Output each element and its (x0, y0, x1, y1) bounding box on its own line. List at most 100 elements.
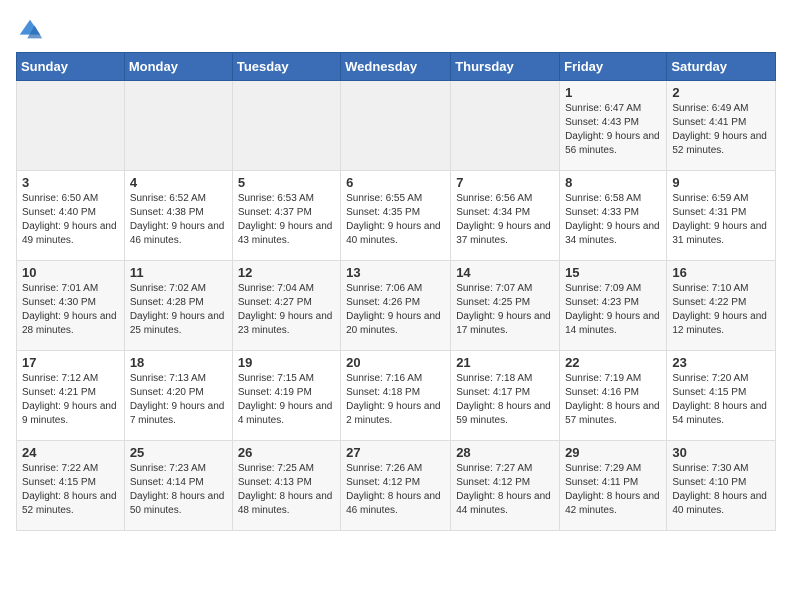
day-number: 3 (22, 175, 119, 190)
calendar-cell: 28 Sunrise: 7:27 AM Sunset: 4:12 PM Dayli… (451, 441, 560, 531)
calendar-cell: 23 Sunrise: 7:20 AM Sunset: 4:15 PM Dayli… (667, 351, 776, 441)
day-number: 25 (130, 445, 227, 460)
day-number: 17 (22, 355, 119, 370)
calendar-cell: 21 Sunrise: 7:18 AM Sunset: 4:17 PM Dayli… (451, 351, 560, 441)
calendar-cell: 27 Sunrise: 7:26 AM Sunset: 4:12 PM Dayli… (341, 441, 451, 531)
calendar-cell (451, 81, 560, 171)
day-info: Sunrise: 7:15 AM Sunset: 4:19 PM Dayligh… (238, 372, 335, 428)
calendar-cell: 12Sunrise: 7:04 AM Sunset: 4:27 PM Dayli… (232, 261, 340, 351)
calendar-cell: 8Sunrise: 6:58 AM Sunset: 4:33 PM Daylig… (560, 171, 667, 261)
day-info: Sunrise: 7:18 AM Sunset: 4:17 PM Dayligh… (456, 372, 554, 428)
day-number: 13 (346, 265, 445, 280)
day-number: 11 (130, 265, 227, 280)
calendar-cell: 1 Sunrise: 6:47 AM Sunset: 4:43 PM Daylig… (560, 81, 667, 171)
calendar-cell: 24 Sunrise: 7:22 AM Sunset: 4:15 PM Dayli… (17, 441, 125, 531)
day-info: Sunrise: 7:04 AM Sunset: 4:27 PM Dayligh… (238, 282, 335, 338)
calendar-cell: 22 Sunrise: 7:19 AM Sunset: 4:16 PM Dayli… (560, 351, 667, 441)
weekday-header-thursday: Thursday (451, 53, 560, 81)
day-info: Sunrise: 6:47 AM Sunset: 4:43 PM Dayligh… (565, 102, 661, 158)
calendar-cell: 13 Sunrise: 7:06 AM Sunset: 4:26 PM Dayli… (341, 261, 451, 351)
day-number: 16 (672, 265, 770, 280)
calendar-cell: 3 Sunrise: 6:50 AM Sunset: 4:40 PM Daylig… (17, 171, 125, 261)
calendar-week-5: 24 Sunrise: 7:22 AM Sunset: 4:15 PM Dayli… (17, 441, 776, 531)
calendar-cell (17, 81, 125, 171)
calendar-cell: 14Sunrise: 7:07 AM Sunset: 4:25 PM Dayli… (451, 261, 560, 351)
calendar-cell: 30 Sunrise: 7:30 AM Sunset: 4:10 PM Dayli… (667, 441, 776, 531)
day-number: 23 (672, 355, 770, 370)
calendar-week-3: 10 Sunrise: 7:01 AM Sunset: 4:30 PM Dayli… (17, 261, 776, 351)
day-number: 19 (238, 355, 335, 370)
day-info: Sunrise: 7:19 AM Sunset: 4:16 PM Dayligh… (565, 372, 661, 428)
day-info: Sunrise: 6:59 AM Sunset: 4:31 PM Dayligh… (672, 192, 770, 248)
day-number: 5 (238, 175, 335, 190)
calendar-cell (124, 81, 232, 171)
day-number: 10 (22, 265, 119, 280)
day-number: 26 (238, 445, 335, 460)
calendar-cell: 15 Sunrise: 7:09 AM Sunset: 4:23 PM Dayli… (560, 261, 667, 351)
day-number: 28 (456, 445, 554, 460)
day-info: Sunrise: 7:20 AM Sunset: 4:15 PM Dayligh… (672, 372, 770, 428)
weekday-header-sunday: Sunday (17, 53, 125, 81)
day-number: 27 (346, 445, 445, 460)
day-number: 21 (456, 355, 554, 370)
calendar-cell: 10 Sunrise: 7:01 AM Sunset: 4:30 PM Dayli… (17, 261, 125, 351)
calendar-cell: 7 Sunrise: 6:56 AM Sunset: 4:34 PM Daylig… (451, 171, 560, 261)
day-info: Sunrise: 7:30 AM Sunset: 4:10 PM Dayligh… (672, 462, 770, 518)
page-header (16, 16, 776, 44)
weekday-header-row: SundayMondayTuesdayWednesdayThursdayFrid… (17, 53, 776, 81)
weekday-header-tuesday: Tuesday (232, 53, 340, 81)
weekday-header-wednesday: Wednesday (341, 53, 451, 81)
day-number: 8 (565, 175, 661, 190)
calendar-cell: 2 Sunrise: 6:49 AM Sunset: 4:41 PM Daylig… (667, 81, 776, 171)
day-info: Sunrise: 7:10 AM Sunset: 4:22 PM Dayligh… (672, 282, 770, 338)
day-info: Sunrise: 7:26 AM Sunset: 4:12 PM Dayligh… (346, 462, 445, 518)
day-number: 2 (672, 85, 770, 100)
weekday-header-friday: Friday (560, 53, 667, 81)
day-info: Sunrise: 6:52 AM Sunset: 4:38 PM Dayligh… (130, 192, 227, 248)
day-number: 24 (22, 445, 119, 460)
day-number: 30 (672, 445, 770, 460)
day-number: 20 (346, 355, 445, 370)
calendar-cell: 29 Sunrise: 7:29 AM Sunset: 4:11 PM Dayli… (560, 441, 667, 531)
day-number: 4 (130, 175, 227, 190)
day-info: Sunrise: 7:23 AM Sunset: 4:14 PM Dayligh… (130, 462, 227, 518)
calendar-cell: 20 Sunrise: 7:16 AM Sunset: 4:18 PM Dayli… (341, 351, 451, 441)
day-number: 18 (130, 355, 227, 370)
day-info: Sunrise: 7:29 AM Sunset: 4:11 PM Dayligh… (565, 462, 661, 518)
day-info: Sunrise: 7:09 AM Sunset: 4:23 PM Dayligh… (565, 282, 661, 338)
logo-icon (16, 16, 44, 44)
day-info: Sunrise: 7:25 AM Sunset: 4:13 PM Dayligh… (238, 462, 335, 518)
calendar-cell: 5 Sunrise: 6:53 AM Sunset: 4:37 PM Daylig… (232, 171, 340, 261)
calendar-cell: 26 Sunrise: 7:25 AM Sunset: 4:13 PM Dayli… (232, 441, 340, 531)
calendar-cell: 17Sunrise: 7:12 AM Sunset: 4:21 PM Dayli… (17, 351, 125, 441)
calendar-cell (232, 81, 340, 171)
day-number: 22 (565, 355, 661, 370)
calendar-week-2: 3 Sunrise: 6:50 AM Sunset: 4:40 PM Daylig… (17, 171, 776, 261)
calendar-cell: 18 Sunrise: 7:13 AM Sunset: 4:20 PM Dayli… (124, 351, 232, 441)
logo (16, 16, 48, 44)
day-info: Sunrise: 7:22 AM Sunset: 4:15 PM Dayligh… (22, 462, 119, 518)
day-info: Sunrise: 7:01 AM Sunset: 4:30 PM Dayligh… (22, 282, 119, 338)
day-info: Sunrise: 6:56 AM Sunset: 4:34 PM Dayligh… (456, 192, 554, 248)
day-number: 1 (565, 85, 661, 100)
day-number: 15 (565, 265, 661, 280)
day-info: Sunrise: 7:06 AM Sunset: 4:26 PM Dayligh… (346, 282, 445, 338)
day-info: Sunrise: 6:50 AM Sunset: 4:40 PM Dayligh… (22, 192, 119, 248)
calendar-cell: 9 Sunrise: 6:59 AM Sunset: 4:31 PM Daylig… (667, 171, 776, 261)
day-number: 7 (456, 175, 554, 190)
calendar-cell (341, 81, 451, 171)
day-number: 9 (672, 175, 770, 190)
day-number: 29 (565, 445, 661, 460)
day-info: Sunrise: 7:27 AM Sunset: 4:12 PM Dayligh… (456, 462, 554, 518)
day-info: Sunrise: 6:49 AM Sunset: 4:41 PM Dayligh… (672, 102, 770, 158)
day-info: Sunrise: 7:02 AM Sunset: 4:28 PM Dayligh… (130, 282, 227, 338)
calendar-cell: 11 Sunrise: 7:02 AM Sunset: 4:28 PM Dayli… (124, 261, 232, 351)
day-info: Sunrise: 6:53 AM Sunset: 4:37 PM Dayligh… (238, 192, 335, 248)
day-number: 6 (346, 175, 445, 190)
calendar-week-4: 17Sunrise: 7:12 AM Sunset: 4:21 PM Dayli… (17, 351, 776, 441)
weekday-header-monday: Monday (124, 53, 232, 81)
weekday-header-saturday: Saturday (667, 53, 776, 81)
day-info: Sunrise: 7:13 AM Sunset: 4:20 PM Dayligh… (130, 372, 227, 428)
day-info: Sunrise: 6:55 AM Sunset: 4:35 PM Dayligh… (346, 192, 445, 248)
day-info: Sunrise: 7:16 AM Sunset: 4:18 PM Dayligh… (346, 372, 445, 428)
